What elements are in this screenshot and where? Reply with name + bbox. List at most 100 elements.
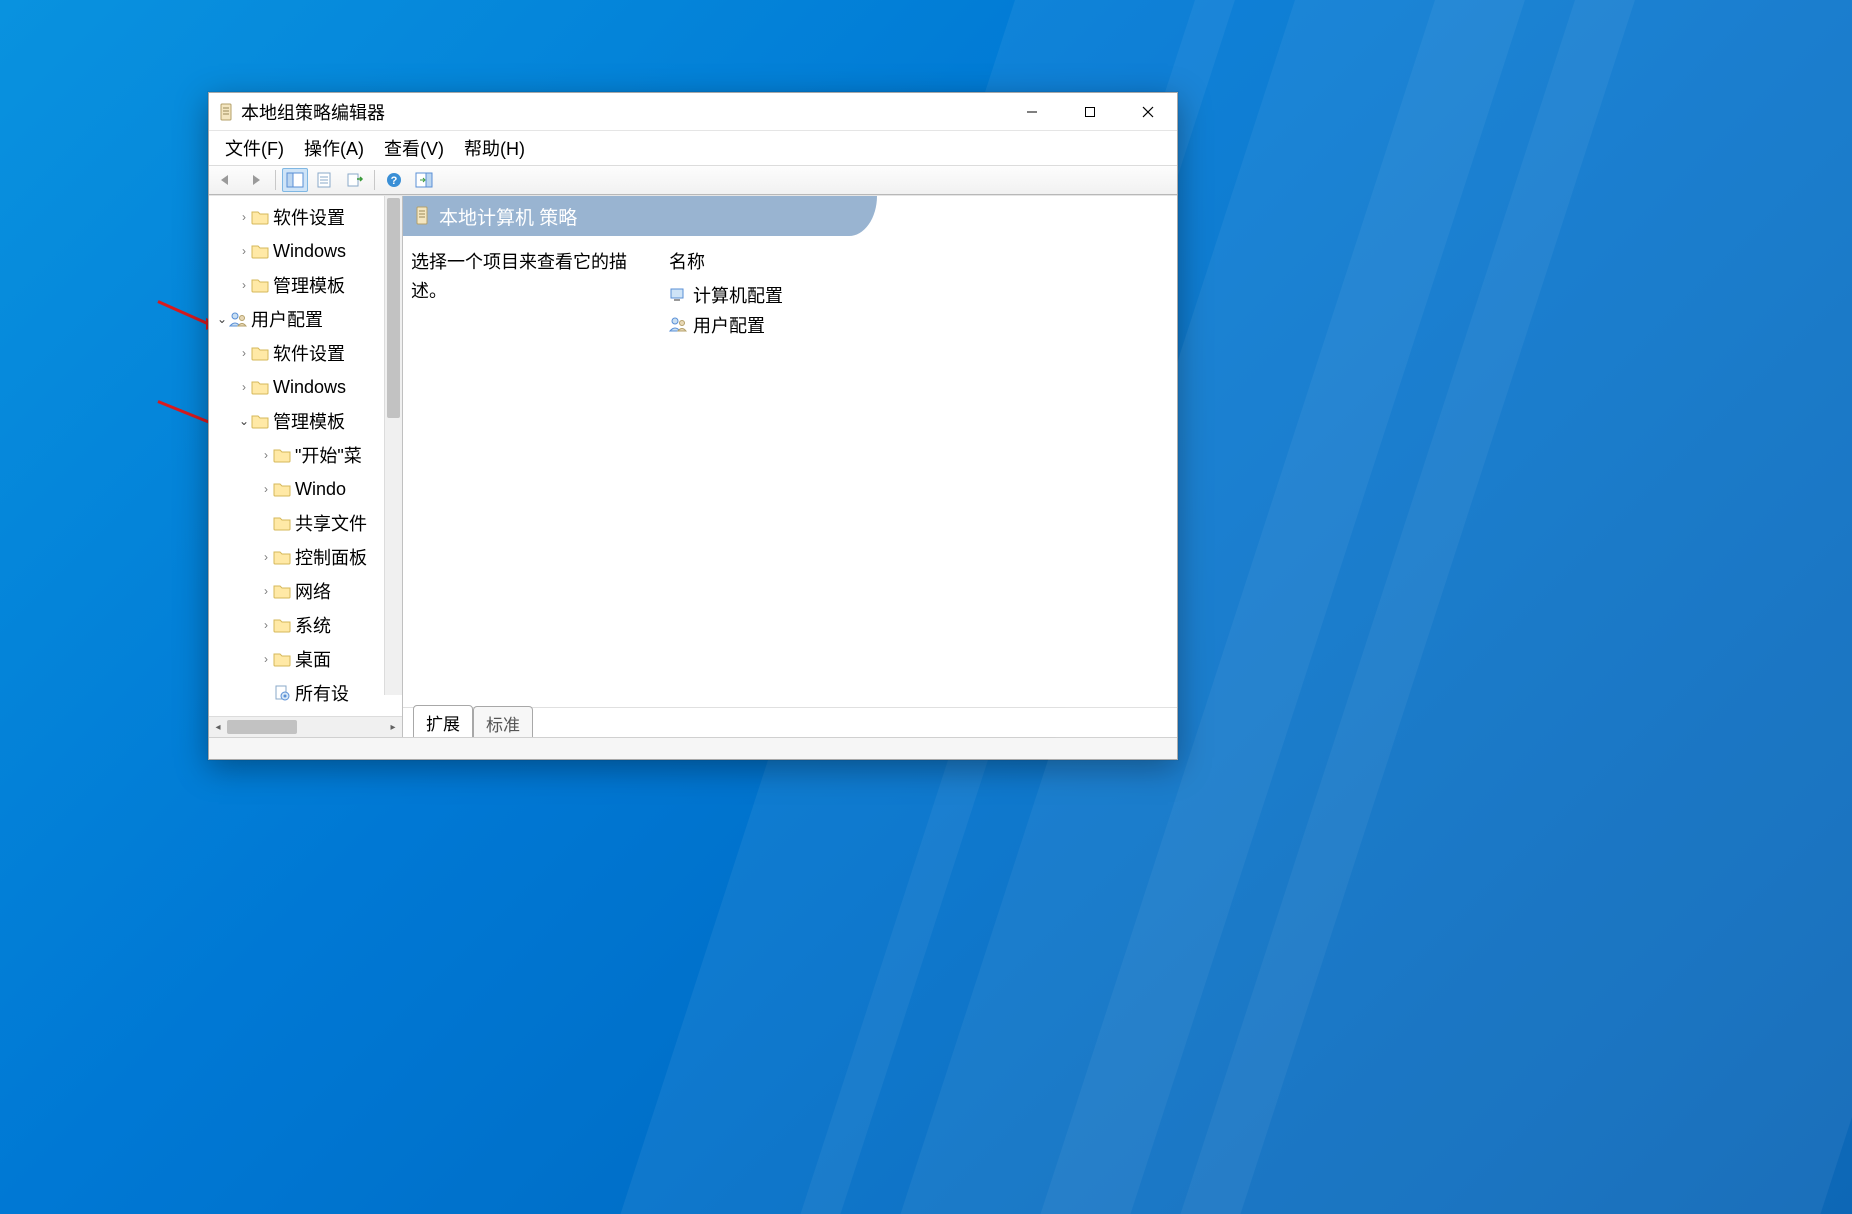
folder-icon: [273, 651, 291, 667]
chevron-right-icon[interactable]: ›: [259, 652, 273, 666]
tree-item-label: 管理模板: [273, 408, 345, 434]
tree-item-label: 软件设置: [273, 204, 345, 230]
column-header-name[interactable]: 名称: [669, 248, 1169, 274]
action-pane-icon: [415, 172, 433, 188]
list-item[interactable]: 用户配置: [669, 310, 1169, 340]
scrollbar-thumb[interactable]: [227, 720, 297, 734]
chevron-right-icon[interactable]: ›: [237, 346, 251, 360]
show-hide-tree-button[interactable]: [282, 168, 308, 192]
tree-item-label: 桌面: [295, 646, 331, 672]
policy-icon: [413, 206, 431, 226]
maximize-button[interactable]: [1061, 93, 1119, 131]
scroll-right-button[interactable]: ▸: [384, 718, 402, 736]
tree-item-label: 控制面板: [295, 544, 367, 570]
forward-button[interactable]: [243, 168, 269, 192]
window-title: 本地组策略编辑器: [241, 99, 385, 125]
chevron-right-icon[interactable]: ›: [259, 618, 273, 632]
tab-extended[interactable]: 扩展: [413, 705, 473, 737]
back-arrow-icon: [217, 173, 235, 187]
help-button[interactable]: ?: [381, 168, 407, 192]
tree-item[interactable]: › 软件设置: [209, 200, 390, 234]
tree-horizontal-scrollbar[interactable]: ◂ ▸: [209, 716, 402, 737]
tree-item[interactable]: › 软件设置: [209, 336, 390, 370]
tree-item[interactable]: › 网络: [209, 574, 390, 608]
back-button[interactable]: [213, 168, 239, 192]
minimize-icon: [1026, 106, 1038, 118]
tree-item-label: 管理模板: [273, 272, 345, 298]
chevron-right-icon[interactable]: ›: [259, 448, 273, 462]
list-item[interactable]: 计算机配置: [669, 280, 1169, 310]
tree-item-label: 所有设: [295, 680, 349, 706]
tab-standard[interactable]: 标准: [473, 706, 533, 737]
properties-button[interactable]: [312, 168, 338, 192]
tree-item-label: 软件设置: [273, 340, 345, 366]
folder-icon: [273, 515, 291, 531]
user-icon: [229, 311, 247, 327]
menubar: 文件(F) 操作(A) 查看(V) 帮助(H): [209, 131, 1177, 165]
app-icon: [217, 103, 235, 121]
export-icon: [346, 172, 364, 188]
chevron-right-icon[interactable]: ›: [259, 584, 273, 598]
tree-item[interactable]: › "开始"菜: [209, 438, 390, 472]
chevron-down-icon[interactable]: ⌄: [237, 414, 251, 428]
gear-icon: [273, 685, 291, 701]
tree-pane-icon: [286, 172, 304, 188]
tree-item-label: Windo: [295, 479, 346, 500]
tree-item-label: 网络: [295, 578, 331, 604]
menu-action[interactable]: 操作(A): [294, 131, 374, 165]
folder-icon: [251, 209, 269, 225]
tree-item-label: 共享文件: [295, 510, 367, 536]
folder-icon: [273, 583, 291, 599]
scrollbar-thumb[interactable]: [387, 198, 400, 418]
tree-item[interactable]: › Windo: [209, 472, 390, 506]
tree-vertical-scrollbar[interactable]: [384, 196, 402, 695]
properties-icon: [316, 172, 334, 188]
close-icon: [1142, 106, 1154, 118]
maximize-icon: [1084, 106, 1096, 118]
export-button[interactable]: [342, 168, 368, 192]
help-icon: ?: [386, 172, 402, 188]
content-pane: 本地计算机 策略 选择一个项目来查看它的描述。 名称 计算机配置用户配置 扩展 …: [403, 196, 1177, 737]
scroll-left-button[interactable]: ◂: [209, 718, 227, 736]
chevron-right-icon[interactable]: ›: [259, 482, 273, 496]
statusbar: [209, 737, 1177, 759]
chevron-right-icon[interactable]: ›: [237, 210, 251, 224]
minimize-button[interactable]: [1003, 93, 1061, 131]
tree-item[interactable]: › Windows: [209, 370, 390, 404]
desktop-background: 本地组策略编辑器 文件(F) 操作(A) 查看(V) 帮助(H): [0, 0, 1852, 1214]
tree-item-label: 用户配置: [251, 306, 323, 332]
tree-item[interactable]: 共享文件: [209, 506, 390, 540]
tree-item-label: "开始"菜: [295, 442, 362, 468]
chevron-down-icon[interactable]: ⌄: [215, 312, 229, 326]
tree[interactable]: ›软件设置›Windows›管理模板⌄用户配置›软件设置›Windows⌄管理模…: [209, 196, 390, 710]
tree-item[interactable]: › 系统: [209, 608, 390, 642]
tree-pane: ›软件设置›Windows›管理模板⌄用户配置›软件设置›Windows⌄管理模…: [209, 196, 403, 737]
menu-view[interactable]: 查看(V): [374, 131, 454, 165]
folder-icon: [273, 617, 291, 633]
tree-item-label: 系统: [295, 612, 331, 638]
folder-icon: [251, 243, 269, 259]
list-column: 名称 计算机配置用户配置: [669, 248, 1169, 695]
tree-item[interactable]: › 控制面板: [209, 540, 390, 574]
menu-help[interactable]: 帮助(H): [454, 131, 535, 165]
list-item-label: 计算机配置: [693, 282, 783, 308]
tree-item[interactable]: › 桌面: [209, 642, 390, 676]
folder-icon: [251, 277, 269, 293]
chevron-right-icon[interactable]: ›: [237, 278, 251, 292]
folder-icon: [273, 447, 291, 463]
show-hide-action-pane-button[interactable]: [411, 168, 437, 192]
folder-icon: [273, 549, 291, 565]
tree-item[interactable]: ⌄ 管理模板: [209, 404, 390, 438]
description-column: 选择一个项目来查看它的描述。: [411, 248, 669, 695]
tree-item-label: Windows: [273, 377, 346, 398]
tree-item[interactable]: › Windows: [209, 234, 390, 268]
chevron-right-icon[interactable]: ›: [237, 380, 251, 394]
chevron-right-icon[interactable]: ›: [259, 550, 273, 564]
chevron-right-icon[interactable]: ›: [237, 244, 251, 258]
menu-file[interactable]: 文件(F): [215, 131, 294, 165]
close-button[interactable]: [1119, 93, 1177, 131]
tree-item-label: Windows: [273, 241, 346, 262]
tree-item[interactable]: ⌄ 用户配置: [209, 302, 390, 336]
tree-item[interactable]: 所有设: [209, 676, 390, 710]
tree-item[interactable]: › 管理模板: [209, 268, 390, 302]
